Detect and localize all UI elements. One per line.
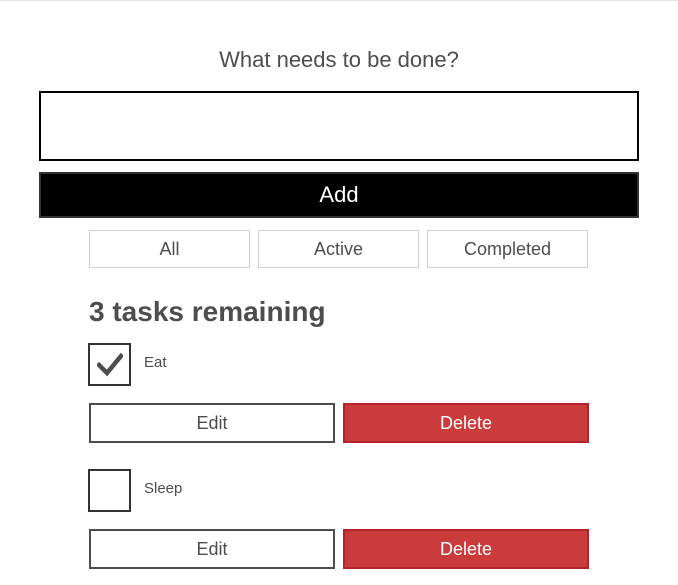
filter-completed-button[interactable]: Completed (427, 230, 588, 268)
new-todo-input[interactable] (39, 91, 639, 161)
edit-button[interactable]: Edit (89, 529, 335, 569)
add-button[interactable]: Add (39, 172, 639, 218)
filter-all-button[interactable]: All (89, 230, 250, 268)
todo-checkbox[interactable] (88, 469, 131, 512)
top-divider (0, 0, 678, 1)
delete-button[interactable]: Delete (343, 529, 589, 569)
delete-button[interactable]: Delete (343, 403, 589, 443)
todo-checkbox[interactable] (88, 343, 131, 386)
todo-label: Sleep (144, 480, 183, 497)
tasks-remaining-count: 3 tasks remaining (89, 296, 326, 327)
todo-label: Eat (144, 354, 167, 371)
checkmark-icon (97, 353, 123, 377)
page-heading: What needs to be done? (219, 47, 459, 72)
edit-button[interactable]: Edit (89, 403, 335, 443)
filter-active-button[interactable]: Active (258, 230, 419, 268)
